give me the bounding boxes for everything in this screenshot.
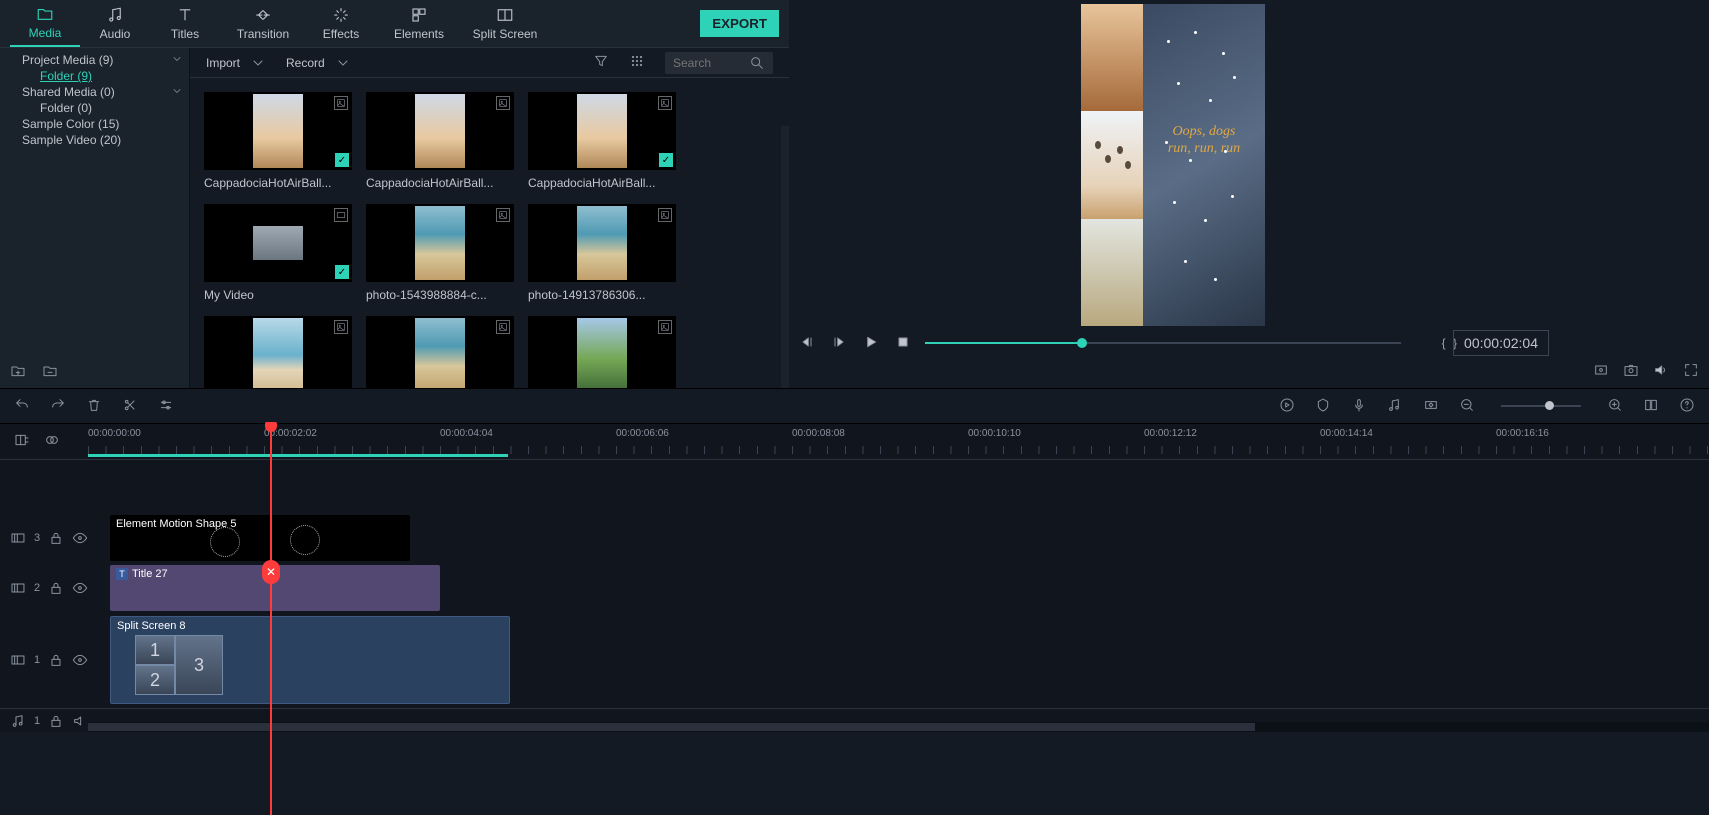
voiceover-button[interactable]	[1351, 397, 1367, 416]
ruler-label: 00:00:08:08	[792, 428, 845, 439]
help-button[interactable]	[1679, 397, 1695, 416]
quality-icon[interactable]	[1593, 362, 1609, 381]
tab-media[interactable]: Media	[10, 1, 80, 47]
clip-effect[interactable]: Element Motion Shape 5	[110, 515, 410, 561]
media-caption: CappadociaHotAirBall...	[366, 176, 514, 190]
media-toolbar: Import Record	[190, 48, 789, 78]
media-caption: CappadociaHotAirBall...	[204, 176, 352, 190]
new-folder-icon[interactable]	[10, 363, 26, 382]
tree-shared-media[interactable]: Shared Media (0)	[0, 84, 189, 100]
media-item[interactable]	[366, 316, 514, 388]
timeline-playhead[interactable]	[270, 426, 272, 815]
timeline: 00:00:00:0000:00:02:0200:00:04:0400:00:0…	[0, 424, 1709, 732]
timeline-ruler[interactable]: 00:00:00:0000:00:02:0200:00:04:0400:00:0…	[88, 424, 1709, 459]
tab-splitscreen[interactable]: Split Screen	[462, 1, 548, 47]
preview-panel: Oops, dogs run, run, run { } 00:00:02:04	[789, 0, 1709, 388]
media-caption: CappadociaHotAirBall...	[528, 176, 676, 190]
preview-progress[interactable]	[925, 342, 1401, 344]
marker-button[interactable]	[1315, 397, 1331, 416]
redo-button[interactable]	[50, 397, 66, 416]
ruler-label: 00:00:12:12	[1144, 428, 1197, 439]
lock-icon	[48, 713, 64, 729]
delete-folder-icon[interactable]	[42, 363, 58, 382]
tree-folder-1[interactable]: Folder (9)	[0, 68, 189, 84]
import-dropdown[interactable]: Import	[206, 55, 266, 71]
lock-icon	[48, 652, 64, 668]
next-frame-button[interactable]	[829, 334, 849, 350]
zoom-fit-button[interactable]	[1643, 397, 1659, 416]
tree-folder-2[interactable]: Folder (0)	[0, 100, 189, 116]
speaker-icon	[72, 713, 88, 729]
ruler-label: 00:00:06:06	[616, 428, 669, 439]
export-button[interactable]: EXPORT	[700, 10, 779, 37]
tree-sample-video[interactable]: Sample Video (20)	[0, 132, 189, 148]
play-button[interactable]	[861, 334, 881, 350]
tab-effects[interactable]: Effects	[306, 1, 376, 47]
lock-icon	[48, 580, 64, 596]
ruler-label: 00:00:00:00	[88, 428, 141, 439]
undo-button[interactable]	[14, 397, 30, 416]
filter-icon[interactable]	[593, 53, 609, 72]
preview-timecode: 00:00:02:04	[1453, 330, 1549, 356]
snapshot-icon[interactable]	[1623, 362, 1639, 381]
track-manager-icon[interactable]	[14, 432, 30, 451]
media-item[interactable]: ✓CappadociaHotAirBall...	[204, 92, 352, 190]
split-button[interactable]	[122, 397, 138, 416]
auto-ripple-icon[interactable]	[44, 432, 60, 451]
stop-button[interactable]	[893, 334, 913, 350]
media-caption: photo-1543988884-c...	[366, 288, 514, 302]
tab-titles[interactable]: Titles	[150, 1, 220, 47]
eye-icon	[72, 530, 88, 546]
media-item[interactable]	[528, 316, 676, 388]
zoom-slider[interactable]	[1501, 405, 1581, 407]
eye-icon	[72, 580, 88, 596]
tree-sample-color[interactable]: Sample Color (15)	[0, 116, 189, 132]
adjust-button[interactable]	[158, 397, 174, 416]
volume-icon[interactable]	[1653, 362, 1669, 381]
ruler-label: 00:00:16:16	[1496, 428, 1549, 439]
media-grid: ✓CappadociaHotAirBall...CappadociaHotAir…	[190, 78, 789, 388]
tab-transition[interactable]: Transition	[220, 1, 306, 47]
fullscreen-icon[interactable]	[1683, 362, 1699, 381]
track-head-3[interactable]: 3	[0, 530, 88, 546]
clip-video[interactable]: Split Screen 8 1 2 3	[110, 616, 510, 704]
project-tree: Project Media (9) Folder (9) Shared Medi…	[0, 48, 190, 388]
media-scrollbar[interactable]	[781, 126, 789, 388]
media-caption: photo-14913786306...	[528, 288, 676, 302]
render-button[interactable]	[1279, 397, 1295, 416]
media-caption: My Video	[204, 288, 352, 302]
record-dropdown[interactable]: Record	[286, 55, 351, 71]
media-item[interactable]: photo-14913786306...	[528, 204, 676, 302]
tab-elements[interactable]: Elements	[376, 1, 462, 47]
prev-frame-button[interactable]	[797, 334, 817, 350]
ruler-label: 00:00:10:10	[968, 428, 1021, 439]
main-tabs: Media Audio Titles Transition Effects El…	[0, 0, 789, 48]
track-head-1[interactable]: 1	[0, 652, 88, 668]
timeline-h-scrollbar[interactable]	[88, 722, 1709, 732]
timeline-toolbar	[0, 388, 1709, 424]
track-head-audio[interactable]: 1	[0, 713, 88, 729]
audio-mixer-button[interactable]	[1387, 397, 1403, 416]
media-item[interactable]: ✓CappadociaHotAirBall...	[528, 92, 676, 190]
delete-button[interactable]	[86, 397, 102, 416]
ruler-label: 00:00:04:04	[440, 428, 493, 439]
zoom-out-button[interactable]	[1459, 397, 1475, 416]
track-head-2[interactable]: 2	[0, 580, 88, 596]
preview-title-text: Oops, dogs run, run, run	[1153, 124, 1255, 158]
transition-delete-icon[interactable]: ✕	[262, 560, 280, 584]
media-item[interactable]: ✓My Video	[204, 204, 352, 302]
media-item[interactable]: photo-1543988884-c...	[366, 204, 514, 302]
zoom-in-button[interactable]	[1607, 397, 1623, 416]
grid-view-icon[interactable]	[629, 53, 645, 72]
lock-icon	[48, 530, 64, 546]
keyframe-button[interactable]	[1423, 397, 1439, 416]
media-item[interactable]	[204, 316, 352, 388]
media-item[interactable]: CappadociaHotAirBall...	[366, 92, 514, 190]
eye-icon	[72, 652, 88, 668]
preview-video: Oops, dogs run, run, run	[1081, 4, 1265, 326]
tab-audio[interactable]: Audio	[80, 1, 150, 47]
search-input[interactable]	[665, 52, 773, 74]
ruler-label: 00:00:14:14	[1320, 428, 1373, 439]
tree-project-media[interactable]: Project Media (9)	[0, 52, 189, 68]
